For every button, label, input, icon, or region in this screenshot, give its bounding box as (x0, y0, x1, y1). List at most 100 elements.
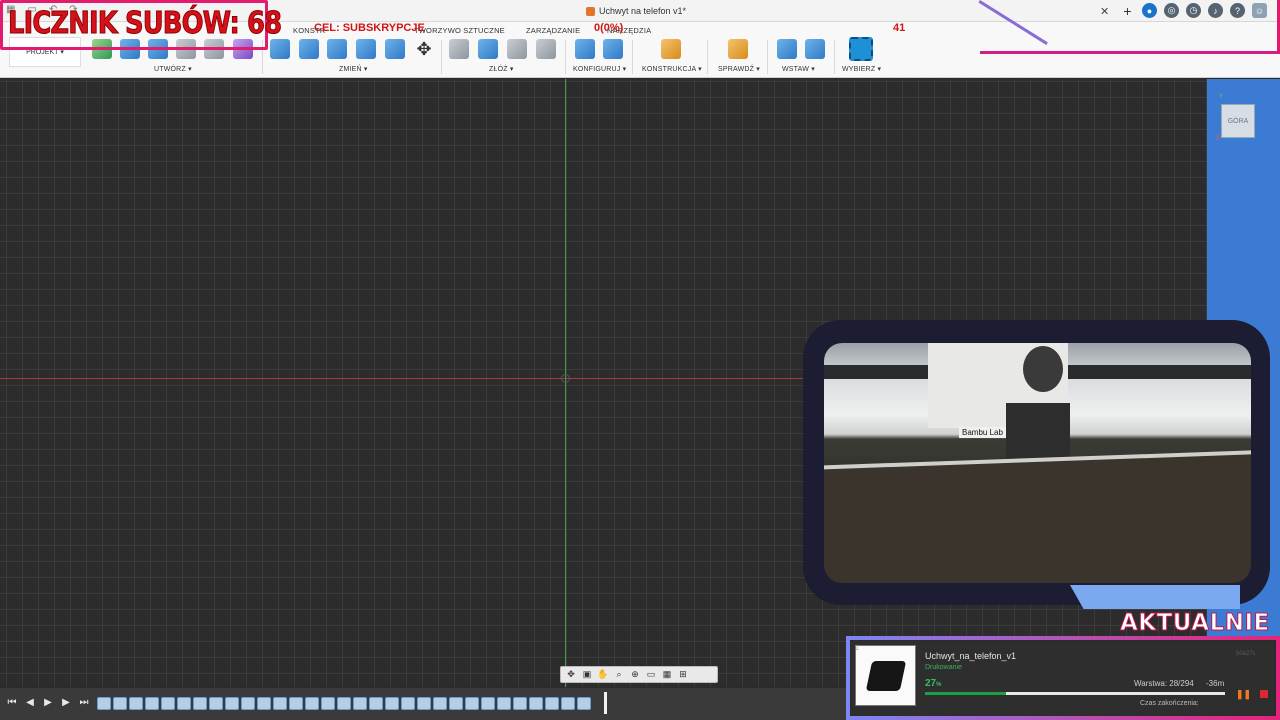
group-inspect-label[interactable]: SPRAWDŹ ▾ (718, 65, 760, 73)
fusion-workspace: { "app": { "document_title": "Uchwyt na … (0, 0, 1280, 720)
timeline-feature[interactable] (433, 697, 447, 710)
timeline-feature[interactable] (129, 697, 143, 710)
timeline-feature[interactable] (545, 697, 559, 710)
offset-face-button[interactable] (385, 39, 405, 59)
timeline-controls: ⏮ ◀ ▶ ▶ ⏭ (6, 697, 90, 708)
camera-accent-bar (1070, 585, 1240, 609)
shell-button[interactable] (327, 39, 347, 59)
timeline-feature[interactable] (225, 697, 239, 710)
timeline-feature[interactable] (401, 697, 415, 710)
pause-icon[interactable]: ❚❚ (1236, 689, 1251, 700)
viewcube-face-label: GÓRA (1227, 117, 1249, 125)
group-assemble-label[interactable]: ZŁÓŻ ▾ (489, 65, 514, 73)
timeline-feature[interactable] (209, 697, 223, 710)
y-axis-line (565, 79, 566, 687)
group-modify-label[interactable]: ZMIEŃ ▾ (339, 65, 368, 73)
timeline-feature[interactable] (241, 697, 255, 710)
orbit-icon[interactable]: ✥ (564, 669, 578, 681)
configure-table-button[interactable] (603, 39, 623, 59)
combine-button[interactable] (356, 39, 376, 59)
job-status: Drukowanie (925, 664, 962, 671)
divider (767, 40, 768, 74)
print-thumbnail (855, 645, 916, 706)
play-icon[interactable]: ▶ (42, 697, 54, 708)
go-to-end-icon[interactable]: ⏭ (78, 697, 90, 708)
go-to-start-icon[interactable]: ⏮ (6, 697, 18, 708)
timeline-feature[interactable] (561, 697, 575, 710)
joint-origin-button[interactable] (536, 39, 556, 59)
top-right-frame (980, 0, 1280, 54)
timeline-feature[interactable] (465, 697, 479, 710)
viewcube[interactable]: GÓRA (1221, 104, 1255, 138)
select-button[interactable] (849, 37, 873, 61)
stop-icon[interactable] (1260, 690, 1268, 698)
grid-settings-icon[interactable]: ▦ (660, 669, 674, 681)
step-forward-icon[interactable]: ▶ (60, 697, 72, 708)
zoom-icon[interactable]: ⌕ (612, 669, 626, 681)
look-at-icon[interactable]: ▣ (580, 669, 594, 681)
viewcube-z-axis: Z (1216, 136, 1220, 142)
timeline-feature[interactable] (417, 697, 431, 710)
divider (834, 40, 835, 74)
group-configure-label[interactable]: KONFIGURUJ ▾ (573, 65, 626, 73)
timeline-feature[interactable] (513, 697, 527, 710)
timeline-feature[interactable] (385, 697, 399, 710)
timeline-feature[interactable] (577, 697, 591, 710)
print-progress-fill (925, 692, 1006, 695)
nozzle-body (1006, 403, 1070, 461)
viewcube-y-axis: Y (1219, 94, 1224, 100)
timeline-feature[interactable] (289, 697, 303, 710)
goal-number: 41 (893, 22, 906, 34)
insert-derive-button[interactable] (777, 39, 797, 59)
fit-icon[interactable]: ⊕ (628, 669, 642, 681)
toolhead (928, 343, 1070, 461)
group-select-label[interactable]: WYBIERZ ▾ (842, 65, 881, 73)
divider (707, 40, 708, 74)
part-preview (865, 660, 906, 691)
sub-counter: LICZNIK SUBÓW: 68 (8, 6, 283, 42)
parameters-button[interactable] (575, 39, 595, 59)
timeline-feature[interactable] (193, 697, 207, 710)
timeline-feature[interactable] (177, 697, 191, 710)
group-insert-label[interactable]: WSTAW ▾ (782, 65, 815, 73)
insert-image-button[interactable] (805, 39, 825, 59)
timeline-feature[interactable] (257, 697, 271, 710)
fillet-button[interactable] (299, 39, 319, 59)
timeline-feature[interactable] (321, 697, 335, 710)
measure-button[interactable] (728, 39, 748, 59)
printer-camera-feed: Bambu Lab (824, 343, 1251, 583)
timeline-feature[interactable] (161, 697, 175, 710)
press-pull-button[interactable] (270, 39, 290, 59)
navigation-bar: ✥ ▣ ✋ ⌕ ⊕ ▭ ▦ ⊞ (560, 666, 718, 683)
viewports-icon[interactable]: ⊞ (676, 669, 690, 681)
timeline-feature[interactable] (305, 697, 319, 710)
tab-manage[interactable]: ZARZĄDZANIE (526, 26, 580, 35)
timeline-feature[interactable] (369, 697, 383, 710)
timeline-feature[interactable] (529, 697, 543, 710)
as-built-joint-button[interactable] (507, 39, 527, 59)
joint-button[interactable] (478, 39, 498, 59)
timeline-feature[interactable] (145, 697, 159, 710)
offset-plane-button[interactable] (661, 39, 681, 59)
timeline-feature[interactable] (481, 697, 495, 710)
tab-plastic[interactable]: TWORZYWO SZTUCZNE (414, 26, 505, 35)
move-icon[interactable]: ✥ (414, 39, 434, 59)
job-name: Uchwyt_na_telefon_v1 (925, 651, 1017, 661)
job-percent: 27% (925, 678, 942, 689)
timeline-feature[interactable] (97, 697, 111, 710)
timeline-feature[interactable] (497, 697, 511, 710)
group-create-label[interactable]: UTWÓRZ ▾ (154, 65, 192, 73)
pan-icon[interactable]: ✋ (596, 669, 610, 681)
print-bed (824, 449, 1251, 583)
document-title-text: Uchwyt na telefon v1* (599, 6, 687, 16)
timeline-feature[interactable] (337, 697, 351, 710)
timeline-marker[interactable] (604, 692, 607, 714)
display-settings-icon[interactable]: ▭ (644, 669, 658, 681)
timeline-feature[interactable] (113, 697, 127, 710)
timeline-feature[interactable] (353, 697, 367, 710)
timeline-feature[interactable] (449, 697, 463, 710)
new-component-button[interactable] (449, 39, 469, 59)
group-construct-label[interactable]: KONSTRUKCJA ▾ (642, 65, 702, 73)
step-back-icon[interactable]: ◀ (24, 697, 36, 708)
timeline-feature[interactable] (273, 697, 287, 710)
